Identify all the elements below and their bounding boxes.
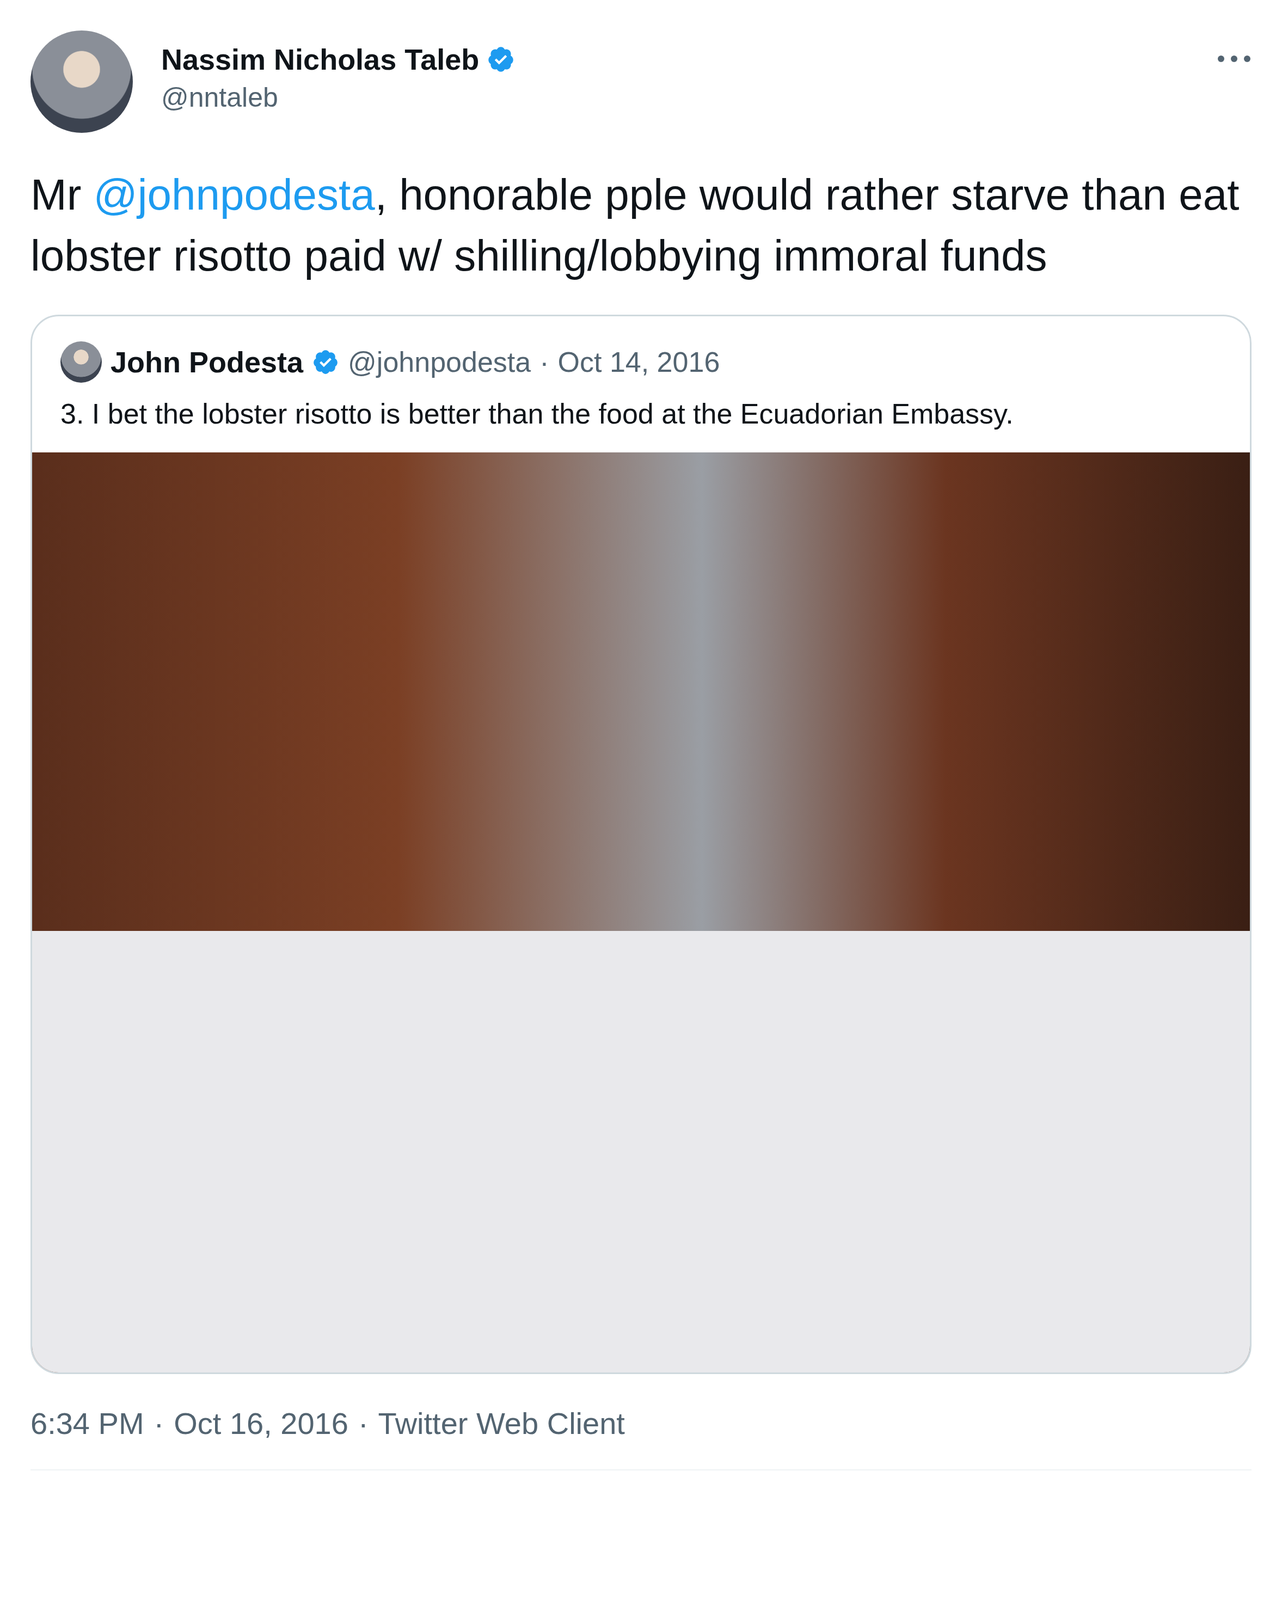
meta-item[interactable]: 6:34 PM	[30, 1405, 145, 1441]
tweet-page: Nassim Nicholas Taleb @nntaleb Mr @johnpod…	[0, 0, 1282, 1600]
verified-icon	[486, 45, 515, 74]
meta-item[interactable]: Twitter Web Client	[378, 1405, 625, 1441]
quoted-tweet[interactable]: John Podesta @johnpodesta·Oct 14, 2016 3. …	[30, 314, 1252, 1374]
author-info: Nassim Nicholas Taleb @nntaleb	[161, 30, 1189, 114]
meta-item[interactable]: Oct 16, 2016	[173, 1405, 349, 1441]
tweet-meta: 6:34 PM·Oct 16, 2016·Twitter Web Client	[30, 1405, 1252, 1471]
quote-photo[interactable]	[32, 452, 1250, 1373]
quote-avatar[interactable]	[60, 341, 102, 383]
quote-author-handle[interactable]: @johnpodesta	[347, 345, 531, 379]
quote-text: 3. I bet the lobster risotto is better t…	[60, 394, 1222, 453]
meta-item: ·	[154, 1405, 165, 1441]
author-name[interactable]: Nassim Nicholas Taleb	[161, 42, 480, 77]
author-handle[interactable]: @nntaleb	[161, 81, 1189, 114]
tweet-text-segment: Mr	[30, 170, 94, 219]
quote-header: John Podesta @johnpodesta·Oct 14, 2016	[60, 341, 1222, 383]
meta-item: ·	[358, 1405, 369, 1441]
tweet-header: Nassim Nicholas Taleb @nntaleb	[30, 30, 1252, 133]
verified-icon	[311, 348, 340, 376]
mention-link[interactable]: @johnpodesta	[93, 170, 376, 219]
quote-date[interactable]: Oct 14, 2016	[557, 345, 721, 379]
author-avatar[interactable]	[30, 30, 133, 133]
separator: ·	[539, 345, 549, 379]
more-icon[interactable]	[1216, 52, 1252, 66]
quote-author-name[interactable]: John Podesta	[110, 345, 304, 379]
tweet-text: Mr @johnpodesta, honorable pple would ra…	[30, 164, 1252, 287]
